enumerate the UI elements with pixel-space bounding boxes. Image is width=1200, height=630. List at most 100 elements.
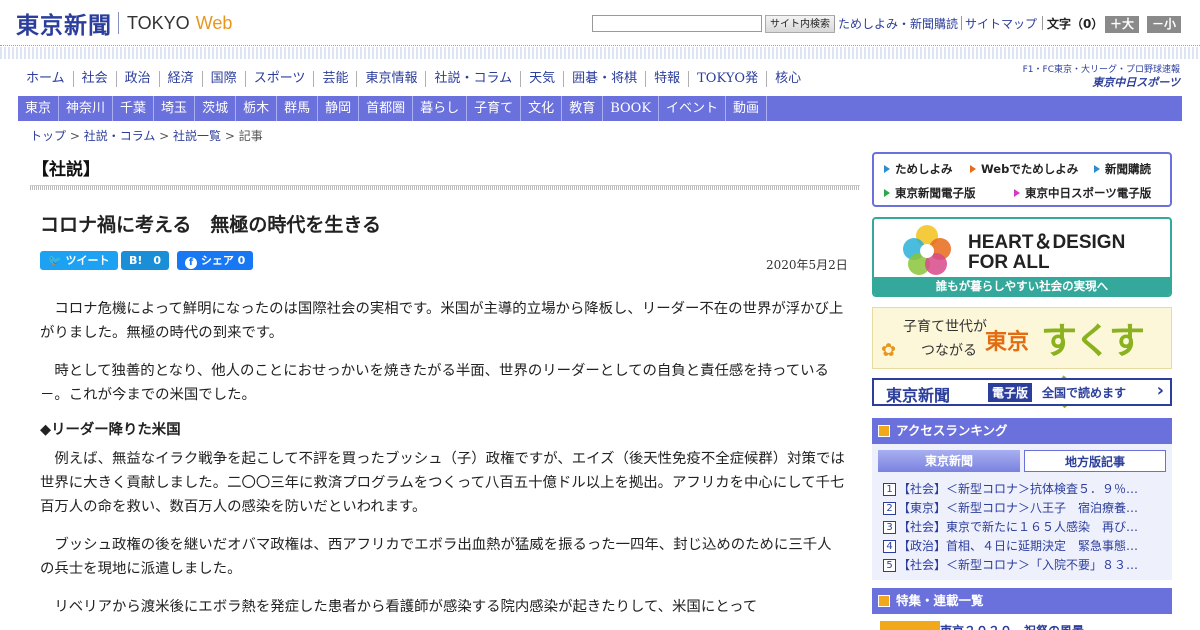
subscribe-link[interactable]: ためしよみ・新聞購読 — [838, 15, 958, 33]
ranking-text: 【社会】＜新型コロナ＞抗体検査５．９％… — [898, 482, 1139, 496]
breadcrumb-editorial-list[interactable]: 社説一覧 — [173, 129, 221, 143]
web-trial-label: Webでためしよみ — [981, 162, 1079, 176]
nav-special-report[interactable]: 特報 — [645, 71, 688, 87]
heart-design-banner[interactable]: HEART＆DESIGN FOR ALL 誰もが暮らしやすい社会の実現へ — [872, 217, 1172, 297]
subscription-links-box: ためしよみ Webでためしよみ 新聞購読 東京新聞電子版 東京中日スポーツ電子版 — [872, 152, 1172, 207]
facebook-icon: f — [185, 257, 197, 269]
ranking-item[interactable]: 4 【政治】首相、４日に延期決定 緊急事態… — [883, 537, 1158, 555]
logo-tokyo: TOKYO — [127, 12, 190, 33]
facebook-share-label: シェア 0 — [200, 254, 246, 267]
font-smaller-button[interactable]: －小 — [1147, 16, 1181, 33]
ranking-tab-regional[interactable]: 地方版記事 — [1024, 450, 1166, 472]
font-bigger-button[interactable]: ＋大 — [1105, 16, 1139, 33]
chunichi-sports-banner[interactable]: F1・FC東京・大リーグ・プロ野球速報 東京中日スポーツ — [1020, 64, 1180, 92]
article-paragraph: ブッシュ政権の後を継いだオバマ政権は、西アフリカでエボラ出血熱が猛威を振るった一… — [40, 537, 832, 577]
article-paragraph: コロナ危機によって鮮明になったのは国際社会の実相です。米国が主導的立場から降板し… — [40, 301, 844, 341]
nav-sports[interactable]: スポーツ — [244, 71, 314, 87]
nav-tokyo-info[interactable]: 東京情報 — [356, 71, 425, 87]
access-ranking-header: アクセスランキング — [872, 418, 1172, 444]
nav-home[interactable]: ホーム — [18, 71, 73, 87]
ranking-item[interactable]: 1 【社会】＜新型コロナ＞抗体検査５．９％… — [883, 480, 1158, 498]
triangle-icon — [884, 165, 890, 173]
nav-parenting[interactable]: 子育て — [467, 96, 522, 121]
feature-item[interactable]: 東京２０２０ 祝祭の風景 — [940, 622, 1084, 630]
nav-events[interactable]: イベント — [659, 96, 727, 121]
nav-economy[interactable]: 経済 — [158, 71, 202, 87]
digital-edition-banner[interactable]: 東京新聞 電子版 全国で読めます › — [872, 378, 1172, 406]
features-title: 特集・連載一覧 — [896, 593, 984, 608]
chevron-right-icon: › — [1156, 380, 1164, 401]
nav-weather[interactable]: 天気 — [520, 71, 563, 87]
breadcrumb-editorial[interactable]: 社説・コラム — [84, 129, 156, 143]
nav-region-shizuoka[interactable]: 静岡 — [318, 96, 360, 121]
twitter-icon: 🐦 — [48, 254, 62, 267]
sukusuku-tagline-2: つながる — [921, 343, 977, 359]
ranking-tab-tokyo[interactable]: 東京新聞 — [878, 450, 1020, 472]
nav-international[interactable]: 国際 — [201, 71, 245, 87]
site-logo[interactable]: 東京新聞 TOKYO Web — [16, 8, 232, 39]
digital-edition-link[interactable]: 東京新聞電子版 — [884, 185, 976, 201]
heart-design-caption: 誰もが暮らしやすい社会の実現へ — [874, 277, 1170, 295]
nav-video[interactable]: 動画 — [726, 96, 768, 121]
breadcrumb-sep: > — [221, 129, 239, 143]
facebook-share-button[interactable]: f シェア 0 — [177, 251, 254, 270]
nav-region-metro[interactable]: 首都圏 — [359, 96, 414, 121]
digital-edition-label: 東京新聞電子版 — [895, 186, 976, 200]
hatena-bookmark-button[interactable]: B! 0 — [121, 251, 170, 270]
feature-thumbnail[interactable] — [880, 621, 940, 630]
nav-tokyo-hatsu[interactable]: TOKYO発 — [688, 71, 766, 87]
nav-society[interactable]: 社会 — [72, 71, 116, 87]
nav-region-chiba[interactable]: 千葉 — [113, 96, 155, 121]
divider — [1042, 16, 1043, 30]
tweet-button[interactable]: 🐦 ツイート — [40, 251, 118, 270]
nav-culture[interactable]: 文化 — [521, 96, 563, 121]
regional-nav: 東京 神奈川 千葉 埼玉 茨城 栃木 群馬 静岡 首都圏 暮らし 子育て 文化 … — [18, 96, 1182, 121]
section-rule — [30, 185, 860, 190]
sitemap-link[interactable]: サイトマップ — [965, 15, 1037, 33]
chunichi-title: 東京中日スポーツ — [1092, 76, 1180, 89]
triangle-icon — [1014, 189, 1020, 197]
web-trial-link[interactable]: Webでためしよみ — [970, 161, 1078, 177]
nav-lifestyle[interactable]: 暮らし — [413, 96, 468, 121]
access-ranking-box: 東京新聞 地方版記事 1 【社会】＜新型コロナ＞抗体検査５．９％… 2 【東京】＜新… — [872, 444, 1172, 580]
heart-design-subtitle: FOR ALL — [968, 252, 1050, 273]
breadcrumb-sep: > — [66, 129, 84, 143]
search-input[interactable] — [592, 15, 762, 32]
ranking-item[interactable]: 5 【社会】＜新型コロナ＞「入院不要」８３… — [883, 556, 1158, 574]
nav-region-saitama[interactable]: 埼玉 — [154, 96, 196, 121]
primary-nav: ホーム 社会 政治 経済 国際 スポーツ 芸能 東京情報 社説・コラム 天気 囲… — [18, 66, 809, 92]
breadcrumb-top[interactable]: トップ — [30, 129, 66, 143]
nav-entertainment[interactable]: 芸能 — [313, 71, 356, 87]
nav-education[interactable]: 教育 — [562, 96, 604, 121]
article-date: 2020年5月2日 — [766, 258, 848, 272]
digital-edition-title: 東京新聞 — [886, 386, 951, 405]
nav-region-tokyo[interactable]: 東京 — [18, 96, 60, 121]
article-subhead: ◆リーダー降りた米国 — [40, 422, 181, 438]
ranking-text: 【政治】首相、４日に延期決定 緊急事態… — [898, 539, 1139, 553]
nav-region-kanagawa[interactable]: 神奈川 — [59, 96, 114, 121]
nav-region-tochigi[interactable]: 栃木 — [236, 96, 278, 121]
trial-link[interactable]: ためしよみ — [884, 161, 953, 177]
heart-design-title: HEART＆DESIGN — [968, 232, 1126, 253]
nav-core[interactable]: 核心 — [766, 71, 809, 87]
site-header: 東京新聞 TOKYO Web サイト内検索 ためしよみ・新聞購読 サイトマップ … — [0, 0, 1200, 46]
subscribe-newspaper-link[interactable]: 新聞購読 — [1094, 161, 1151, 177]
chunichi-digital-link[interactable]: 東京中日スポーツ電子版 — [1014, 185, 1151, 201]
nav-igo-shogi[interactable]: 囲碁・将棋 — [563, 71, 645, 87]
triangle-icon — [970, 165, 976, 173]
sukusuku-banner[interactable]: 子育て世代が つながる ✿ 東京 すくすく — [872, 307, 1172, 414]
logo-separator — [118, 12, 119, 34]
nav-editorial[interactable]: 社説・コラム — [425, 71, 520, 87]
triangle-icon — [884, 189, 890, 197]
ranking-item[interactable]: 3 【社会】東京で新たに１６５人感染 再び… — [883, 518, 1158, 536]
nav-book[interactable]: BOOK — [603, 96, 660, 121]
access-ranking-title: アクセスランキング — [896, 423, 1008, 438]
nav-politics[interactable]: 政治 — [115, 71, 159, 87]
nav-region-ibaraki[interactable]: 茨城 — [195, 96, 237, 121]
digital-edition-text: 全国で読めます — [1042, 386, 1127, 400]
nav-region-gunma[interactable]: 群馬 — [277, 96, 319, 121]
square-icon — [878, 595, 890, 607]
site-search-button[interactable]: サイト内検索 — [765, 15, 835, 33]
triangle-icon — [1094, 165, 1100, 173]
ranking-item[interactable]: 2 【東京】＜新型コロナ＞八王子 宿泊療養… — [883, 499, 1158, 517]
